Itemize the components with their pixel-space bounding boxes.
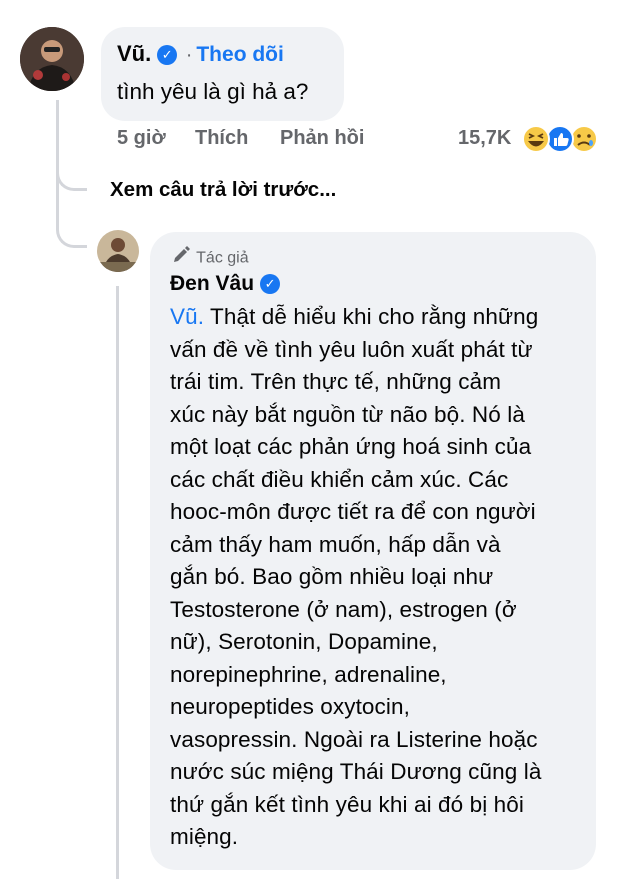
reply-line: nữ), Serotonin, Dopamine,	[170, 629, 438, 654]
reply-header: Đen Vâu ✓	[170, 272, 281, 296]
reply-line: các chất điều khiển cảm xúc. Các	[170, 466, 509, 492]
verified-check-icon: ✓	[157, 44, 178, 65]
reply-button[interactable]: Phản hồi	[280, 127, 364, 150]
reply-line: xúc này bắt nguồn từ não bộ. Nó là	[170, 401, 525, 427]
comment-bubble: Vũ. ✓ · Theo dõi tình yêu là gì hả a?	[101, 27, 344, 121]
reply-bubble: Tác giả Đen Vâu ✓ Vũ. Thật dễ hiểu khi ch…	[150, 232, 596, 870]
comment-header: Vũ. ✓ · Theo dõi	[117, 41, 284, 67]
haha-reaction-icon	[522, 125, 550, 153]
reply-line: gắn bó. Bao gồm nhiều loại như	[170, 564, 494, 589]
view-previous-replies-link[interactable]: Xem câu trả lời trước...	[110, 178, 336, 202]
thread-curve-reply	[56, 205, 87, 248]
comment-time: 5 giờ	[117, 127, 166, 149]
reply-line: vasopressin. Ngoài ra Listerine hoặc	[170, 726, 538, 752]
reaction-count[interactable]: 15,7K	[458, 127, 511, 150]
comment-author-name[interactable]: Vũ.	[117, 41, 151, 66]
follow-separator: ·	[185, 44, 193, 66]
like-button[interactable]: Thích	[195, 127, 248, 150]
reply-line: một loạt các phản ứng hoá sinh của	[170, 434, 532, 459]
reply-line: Testosterone (ở nam), estrogen (ở	[170, 596, 517, 622]
reply-line: neuropeptides oxytocin,	[170, 694, 410, 719]
reply-author-name[interactable]: Đen Vâu	[170, 272, 254, 295]
reply-line: hooc-môn được tiết ra để con người	[170, 499, 536, 524]
author-badge: Tác giả	[172, 246, 249, 271]
reply-line: trái tim. Trên thực tế, những cảm	[170, 369, 502, 394]
reply-line: nước súc miệng Thái Dương cũng là	[170, 759, 542, 784]
like-reaction-icon	[546, 125, 574, 153]
reply-line: thứ gắn kết tình yêu khi ai đó bị hôi	[170, 791, 524, 817]
avatar-replier[interactable]	[97, 230, 139, 272]
reply-line: cảm thấy ham muốn, hấp dẫn và	[170, 531, 501, 557]
reply-line: miệng.	[170, 824, 239, 849]
reply-line: Vũ. Thật dễ hiểu khi cho rằng những	[170, 304, 539, 329]
reply-line: norepinephrine, adrenaline,	[170, 661, 447, 687]
author-badge-label: Tác giả	[196, 249, 249, 267]
sad-reaction-icon	[570, 125, 598, 153]
mention-link[interactable]: Vũ.	[170, 304, 204, 329]
avatar-commenter[interactable]	[20, 27, 84, 91]
reaction-icons[interactable]	[518, 123, 602, 155]
verified-check-icon: ✓	[260, 273, 281, 294]
reply-text: Vũ. Thật dễ hiểu khi cho rằng những vấn …	[170, 301, 590, 854]
reply-line: vấn đề về tình yêu luôn xuất phát từ	[170, 336, 533, 362]
thread-line-reply	[116, 286, 119, 879]
comment-text: tình yêu là gì hả a?	[117, 79, 309, 104]
follow-link[interactable]: Theo dõi	[196, 43, 284, 66]
thread-curve-view-previous	[56, 150, 87, 191]
pencil-icon	[172, 244, 192, 269]
